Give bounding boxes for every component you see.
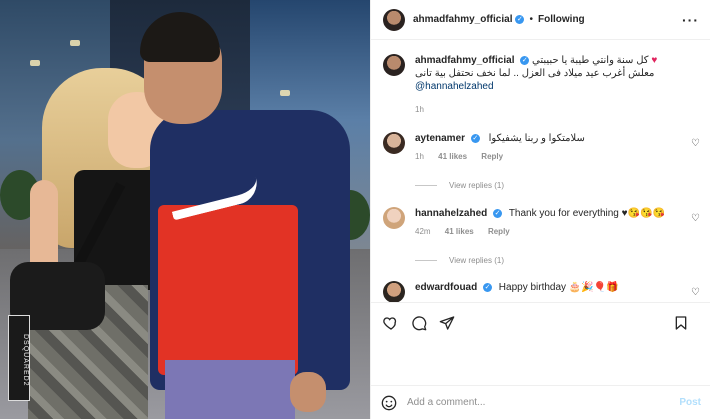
header-username[interactable]: ahmadfahmy_official (413, 14, 512, 25)
comment-likes[interactable]: 41 likes (445, 227, 474, 236)
view-replies-link[interactable]: View replies (1) (415, 256, 504, 265)
add-comment-bar: Post (371, 385, 710, 419)
post-header: ahmadfahmy_official ✓ • Following ··· (371, 0, 710, 40)
caption-time: 1h (415, 105, 424, 114)
caption-username[interactable]: ahmadfahmy_official (415, 55, 514, 66)
avatar[interactable] (383, 54, 405, 76)
man-sweater-red-panel (158, 205, 298, 375)
reply-button[interactable]: Reply (488, 227, 510, 236)
verified-badge-icon: ✓ (493, 208, 503, 218)
caption-mention[interactable]: @hannahelzahed (415, 80, 657, 93)
post-photo[interactable]: DSQUARED2 (0, 0, 370, 419)
comment-time: 1h (415, 152, 424, 161)
emoji-icon: 🎂🎉🎈🎁 (568, 282, 619, 293)
red-heart-icon: ♥ (651, 55, 658, 66)
verified-badge-icon: ✓ (483, 282, 493, 292)
avatar[interactable] (383, 8, 405, 31)
save-bookmark-icon[interactable] (673, 315, 689, 331)
avatar[interactable] (383, 132, 405, 154)
man-hand (290, 372, 326, 412)
comment-bubble-icon[interactable] (411, 315, 427, 331)
share-paper-plane-icon[interactable] (439, 315, 455, 331)
caption-line-1: كل سنة وانتي طيبة يا حبيبتي (532, 55, 649, 66)
post-comment-button[interactable]: Post (679, 397, 701, 408)
like-comment-heart-icon[interactable]: ♡ (691, 213, 700, 224)
verified-badge-icon: ✓ (470, 133, 480, 143)
comment-item: hannahelzahed ✓ Thank you for everything… (383, 207, 703, 238)
separator-dot: • (529, 14, 533, 25)
add-comment-input[interactable] (407, 397, 667, 408)
comment-time: 42m (415, 227, 431, 236)
verified-badge-icon: ✓ (515, 15, 525, 24)
comment-username[interactable]: hannahelzahed (415, 208, 487, 219)
background-light (280, 90, 290, 96)
background-light (30, 60, 40, 66)
comment-username[interactable]: edwardfouad (415, 282, 477, 293)
comment-username[interactable]: aytenamer (415, 133, 465, 144)
post-caption: ahmadfahmy_official ✓ كل سنة وانتي طيبة … (383, 54, 703, 114)
caption-line-2: معلش أغرب عيد ميلاد فى العزل .. لما نخف … (415, 68, 655, 79)
background-light (70, 40, 80, 46)
view-replies-link[interactable]: View replies (1) (415, 181, 504, 190)
post-actions-bar (371, 302, 710, 342)
comment-text: Thank you for everything (508, 208, 619, 219)
emoji-icon: ♥😘😘😘 (621, 208, 665, 219)
man-hair (140, 12, 220, 62)
comment-item: edwardfouad ✓ Happy birthday 🎂🎉🎈🎁 (383, 281, 703, 303)
man-pants (165, 360, 295, 419)
bag-tag: DSQUARED2 (8, 315, 30, 401)
like-heart-icon[interactable] (383, 315, 399, 331)
reply-button[interactable]: Reply (481, 152, 503, 161)
like-comment-heart-icon[interactable]: ♡ (691, 287, 700, 298)
comment-text: Happy birthday (498, 282, 567, 293)
verified-badge-icon: ✓ (520, 55, 530, 65)
comment-likes[interactable]: 41 likes (438, 152, 467, 161)
more-horizontal-icon[interactable]: ··· (682, 12, 699, 28)
following-button[interactable]: Following (538, 14, 585, 25)
post-sidebar: ahmadfahmy_official ✓ • Following ··· ah… (370, 0, 710, 419)
avatar[interactable] (383, 207, 405, 229)
avatar[interactable] (383, 281, 405, 303)
comment-item: aytenamer ✓ سلامتكوا و ربنا يشفيكوا 1h 4… (383, 132, 703, 163)
emoji-smiley-icon[interactable] (381, 395, 397, 411)
like-comment-heart-icon[interactable]: ♡ (691, 138, 700, 149)
comment-text: سلامتكوا و ربنا يشفيكوا (488, 133, 585, 144)
